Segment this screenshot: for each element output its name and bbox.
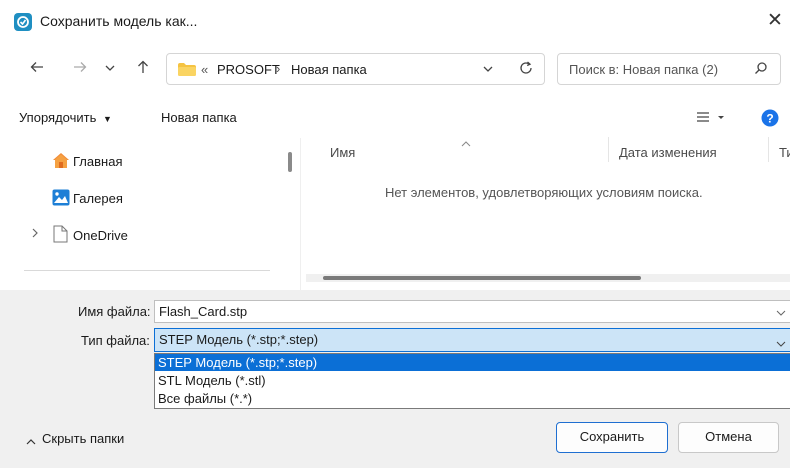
filetype-option[interactable]: STEP Модель (*.stp;*.step) — [155, 354, 790, 371]
breadcrumb-overflow[interactable]: « — [201, 62, 208, 77]
filetype-option-label: Все файлы (*.*) — [158, 391, 253, 406]
filename-value: Flash_Card.stp — [159, 304, 248, 319]
column-separator — [608, 137, 609, 162]
organize-button[interactable]: Упорядочить ▼ — [19, 110, 112, 125]
app-icon — [14, 13, 32, 31]
filetype-option-label: STEP Модель (*.stp;*.step) — [158, 355, 318, 370]
cancel-button[interactable]: Отмена — [678, 422, 779, 453]
column-date-modified[interactable]: Дата изменения — [619, 145, 717, 160]
recent-chevron-icon[interactable] — [99, 59, 121, 81]
refresh-icon[interactable] — [518, 60, 534, 79]
hide-folders-button[interactable]: Скрыть папки — [42, 431, 124, 446]
document-icon — [53, 225, 68, 246]
address-dropdown-chevron-icon[interactable] — [481, 62, 495, 79]
expand-chevron-icon[interactable] — [30, 227, 40, 242]
search-input[interactable]: Поиск в: Новая папка (2) — [569, 62, 718, 77]
column-separator — [768, 137, 769, 162]
filetype-select[interactable]: STEP Модель (*.stp;*.step) — [154, 328, 790, 352]
up-arrow-icon[interactable] — [132, 59, 154, 81]
nav-item-home[interactable]: Главная — [73, 154, 122, 169]
column-type[interactable]: Ти — [779, 145, 790, 160]
view-options-icon[interactable] — [696, 109, 726, 128]
nav-divider — [24, 270, 270, 271]
breadcrumb-new-folder[interactable]: Новая папка — [291, 62, 367, 77]
help-icon[interactable]: ? — [761, 109, 779, 130]
filetype-option-label: STL Модель (*.stl) — [158, 373, 266, 388]
search-icon[interactable] — [754, 61, 768, 78]
gallery-icon — [52, 189, 70, 209]
sort-ascending-icon — [460, 136, 472, 151]
svg-text:?: ? — [766, 112, 773, 126]
horizontal-scrollbar-thumb[interactable] — [323, 276, 641, 280]
filename-field[interactable]: Flash_Card.stp — [154, 300, 790, 323]
empty-message: Нет элементов, удовлетворяющих условиям … — [385, 185, 703, 200]
close-button[interactable]: ✕ — [764, 10, 786, 32]
filetype-option[interactable]: STL Модель (*.stl) — [155, 372, 790, 389]
filetype-option[interactable]: Все файлы (*.*) — [155, 390, 790, 407]
toolbar — [0, 98, 790, 135]
folder-icon — [178, 63, 196, 76]
filename-label: Имя файла: — [78, 304, 151, 319]
window-title: Сохранить модель как... — [40, 13, 198, 29]
nav-item-gallery[interactable]: Галерея — [73, 191, 123, 206]
organize-label: Упорядочить — [19, 110, 97, 125]
nav-item-onedrive[interactable]: OneDrive — [73, 228, 128, 243]
column-name[interactable]: Имя — [330, 145, 355, 160]
breadcrumb-prosoft[interactable]: PROSOFT — [217, 62, 280, 77]
forward-arrow-icon[interactable] — [69, 59, 91, 81]
new-folder-button[interactable]: Новая папка — [161, 110, 237, 125]
filename-dropdown-chevron-icon[interactable] — [776, 305, 786, 320]
breadcrumb-separator: › — [276, 61, 281, 76]
hide-folders-chevron-icon[interactable] — [26, 434, 36, 449]
filetype-dropdown-chevron-icon[interactable] — [776, 336, 786, 351]
nav-scrollbar-thumb[interactable] — [288, 152, 292, 172]
caret-down-icon: ▼ — [102, 114, 112, 124]
back-arrow-icon[interactable] — [26, 59, 48, 81]
filetype-value: STEP Модель (*.stp;*.step) — [159, 332, 319, 347]
save-button[interactable]: Сохранить — [556, 422, 668, 453]
pane-divider — [300, 138, 301, 290]
filetype-label: Тип файла: — [81, 333, 150, 348]
home-icon — [52, 152, 70, 172]
